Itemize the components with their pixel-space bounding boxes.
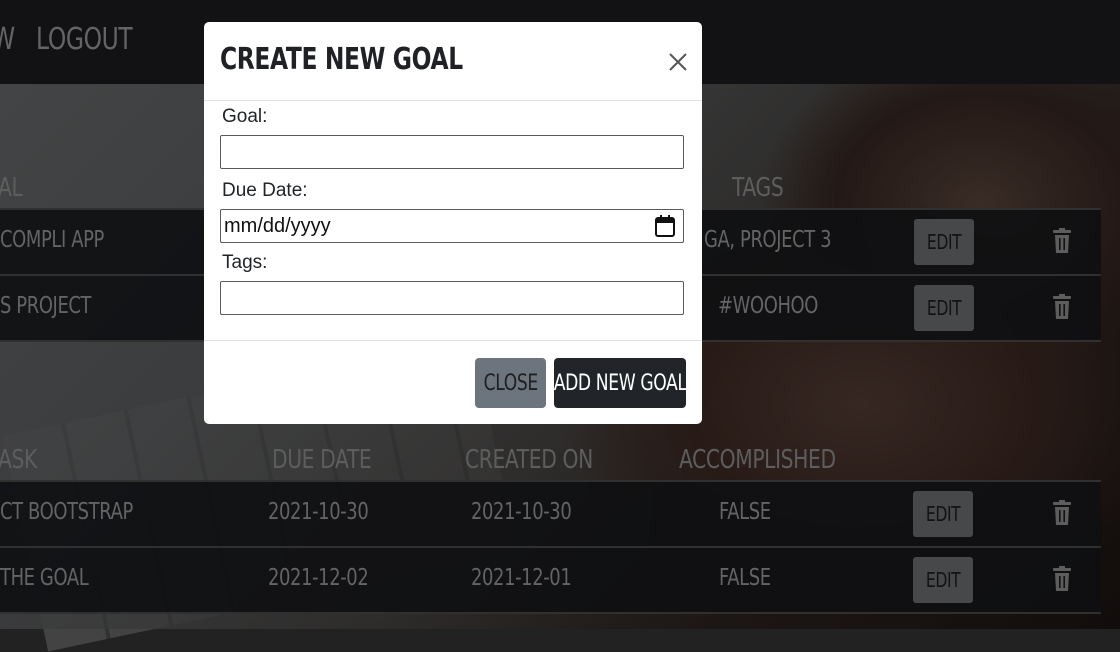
due-date-label: Due Date:: [222, 180, 308, 201]
modal-footer: CLOSE ADD NEW GOAL: [204, 340, 702, 425]
due-date-placeholder: mm/dd/yyyy: [224, 215, 331, 237]
modal-title: CREATE NEW GOAL: [220, 42, 463, 77]
tags-label: Tags:: [222, 252, 268, 273]
tags-input[interactable]: [220, 281, 684, 315]
calendar-icon[interactable]: [655, 215, 675, 237]
close-icon[interactable]: [667, 51, 689, 73]
goal-input[interactable]: [220, 135, 684, 169]
close-button[interactable]: CLOSE: [475, 358, 546, 408]
due-date-input[interactable]: mm/dd/yyyy: [220, 209, 684, 243]
add-new-goal-button[interactable]: ADD NEW GOAL: [554, 358, 687, 408]
create-goal-modal: CREATE NEW GOAL Goal: Due Date: mm/dd/yy…: [204, 22, 702, 424]
modal-header: CREATE NEW GOAL: [204, 22, 702, 101]
goal-label: Goal:: [222, 106, 268, 127]
